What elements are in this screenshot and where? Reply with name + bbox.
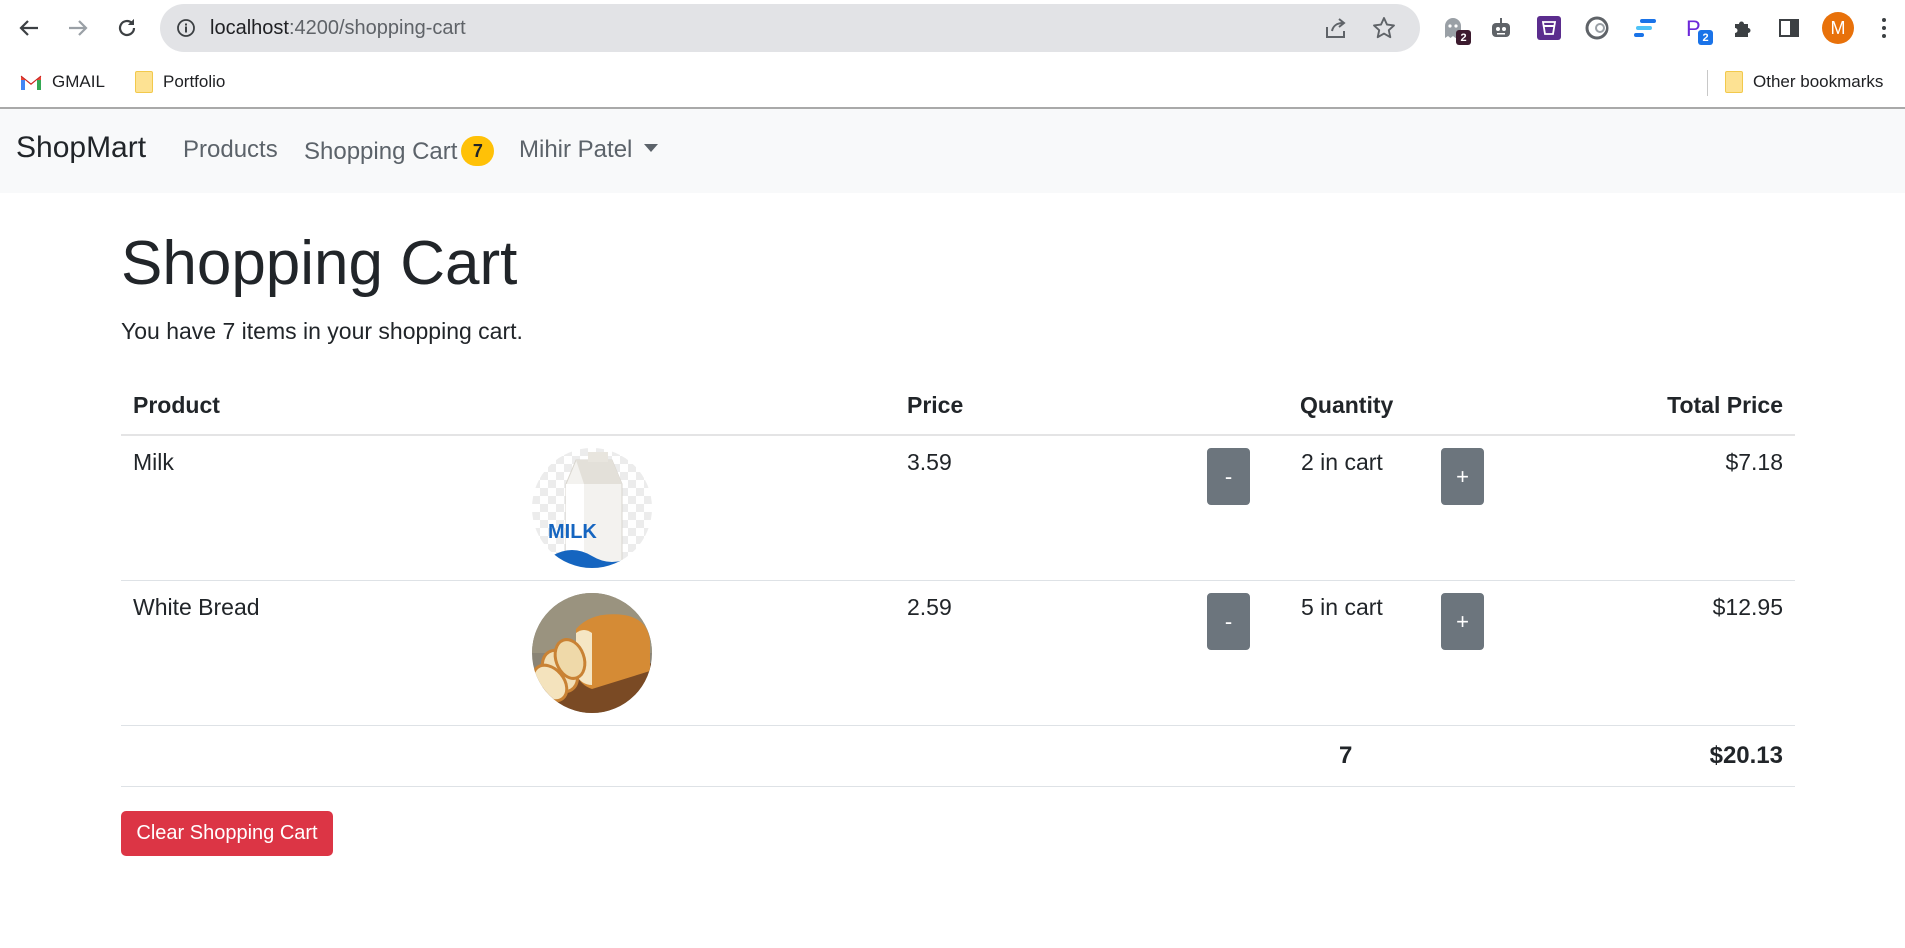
svg-text:MILK: MILK bbox=[548, 521, 597, 543]
header-product: Product bbox=[133, 392, 220, 418]
reload-icon bbox=[118, 19, 136, 37]
other-bookmarks-label: Other bookmarks bbox=[1753, 72, 1884, 91]
other-bookmarks[interactable]: Other bookmarks bbox=[1725, 68, 1883, 96]
quantity-in-cart: 2 in cart bbox=[1301, 449, 1383, 475]
gmail-icon bbox=[20, 75, 42, 90]
caret-down-icon bbox=[644, 144, 659, 152]
increase-quantity-button[interactable]: + bbox=[1441, 593, 1484, 650]
browser-toolbar: localhost:4200/shopping-cart 2 P 2 M bbox=[0, 0, 1905, 55]
address-bar[interactable]: localhost:4200/shopping-cart bbox=[160, 4, 1420, 52]
totals-divider bbox=[121, 786, 1795, 787]
decrease-quantity-button[interactable]: - bbox=[1207, 448, 1250, 505]
url-text[interactable]: localhost:4200/shopping-cart bbox=[210, 17, 466, 40]
profile-avatar[interactable]: M bbox=[1822, 12, 1854, 44]
robot-icon[interactable] bbox=[1487, 14, 1515, 42]
product-price: 3.59 bbox=[907, 449, 952, 475]
row-total-price: $7.18 bbox=[1725, 449, 1783, 475]
arrow-left-icon bbox=[19, 20, 38, 36]
forward-button[interactable] bbox=[61, 11, 95, 45]
total-quantity: 7 bbox=[1339, 742, 1353, 769]
share-icon[interactable] bbox=[1324, 17, 1348, 44]
product-price: 2.59 bbox=[907, 594, 952, 620]
header-price: Price bbox=[907, 392, 964, 418]
cart-totals-row: 7 $20.13 bbox=[121, 725, 1795, 787]
nav-shopping-cart[interactable]: Shopping Cart 7 bbox=[304, 136, 495, 166]
cart-count-badge: 7 bbox=[461, 136, 495, 166]
cart-summary-text: You have 7 items in your shopping cart. bbox=[121, 318, 523, 344]
milk-carton-image: MILK bbox=[532, 448, 652, 568]
bookmark-gmail[interactable]: GMAIL bbox=[20, 68, 105, 96]
brand-logo[interactable]: ShopMart bbox=[16, 131, 146, 165]
decrease-quantity-button[interactable]: - bbox=[1207, 593, 1250, 650]
reload-button[interactable] bbox=[110, 11, 144, 45]
bread-loaf-image bbox=[532, 593, 652, 713]
ghost-icon[interactable]: 2 bbox=[1439, 14, 1471, 45]
arrow-right-icon bbox=[69, 20, 88, 36]
table-row: White Bread 2.59 - 5 in cart + $12.95 bbox=[121, 581, 1795, 726]
app-navbar: ShopMart Products Shopping Cart 7 Mihir P… bbox=[0, 109, 1905, 193]
back-button[interactable] bbox=[12, 11, 46, 45]
nav-shopping-cart-label: Shopping Cart bbox=[304, 138, 458, 165]
product-name: White Bread bbox=[133, 594, 260, 620]
url-host: localhost bbox=[210, 17, 289, 39]
row-total-price: $12.95 bbox=[1712, 594, 1783, 620]
bookmark-portfolio[interactable]: Portfolio bbox=[135, 68, 225, 96]
user-name: Mihir Patel bbox=[519, 136, 633, 163]
swirl-icon[interactable] bbox=[1583, 14, 1611, 42]
increase-quantity-button[interactable]: + bbox=[1441, 448, 1484, 505]
stack-icon[interactable] bbox=[1631, 14, 1659, 42]
puzzle-icon[interactable] bbox=[1729, 14, 1757, 42]
bookmarks-bar: GMAIL Portfolio Other bookmarks bbox=[0, 62, 1905, 104]
bookmark-star-icon[interactable] bbox=[1372, 16, 1396, 45]
header-quantity: Quantity bbox=[1300, 392, 1394, 418]
bookmarks-divider bbox=[1707, 70, 1708, 96]
sidepanel-icon[interactable] bbox=[1775, 14, 1803, 42]
table-row: Milk MILK 3.59 - 2 in cart + $7.18 bbox=[121, 436, 1795, 581]
browser-menu-icon[interactable] bbox=[1874, 14, 1894, 42]
clear-shopping-cart-button[interactable]: Clear Shopping Cart bbox=[121, 811, 333, 856]
url-path: :4200/shopping-cart bbox=[288, 17, 466, 39]
bookmark-label: GMAIL bbox=[52, 72, 105, 91]
grand-total-price: $20.13 bbox=[1709, 742, 1783, 769]
quantity-in-cart: 5 in cart bbox=[1301, 594, 1383, 620]
header-total-price: Total Price bbox=[1667, 392, 1783, 418]
bookmark-label: Portfolio bbox=[163, 72, 226, 91]
ghost-badge: 2 bbox=[1456, 30, 1471, 45]
letter-p-icon[interactable]: P 2 bbox=[1681, 14, 1713, 45]
product-name: Milk bbox=[133, 449, 174, 475]
folder-icon bbox=[135, 71, 153, 93]
site-info-icon[interactable] bbox=[176, 18, 196, 43]
nav-products[interactable]: Products bbox=[183, 136, 278, 164]
drink-icon[interactable] bbox=[1535, 14, 1563, 42]
user-dropdown[interactable]: Mihir Patel bbox=[519, 136, 659, 164]
folder-icon bbox=[1725, 71, 1743, 93]
page-title: Shopping Cart bbox=[121, 229, 518, 298]
letter-p-badge: 2 bbox=[1698, 30, 1713, 45]
